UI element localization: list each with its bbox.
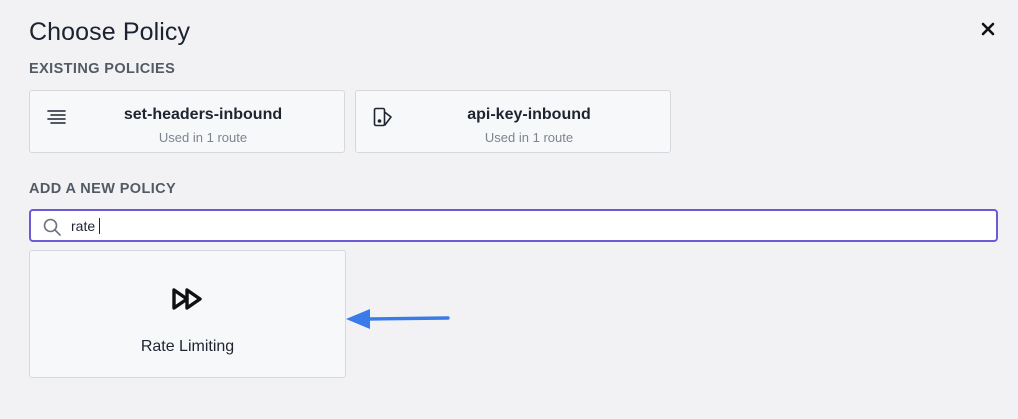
- policy-usage: Used in 1 route: [158, 130, 248, 145]
- search-input[interactable]: [71, 211, 971, 240]
- text-caret: [99, 218, 100, 234]
- policy-result-rate-limiting[interactable]: Rate Limiting: [29, 250, 346, 378]
- policy-search[interactable]: [29, 209, 998, 242]
- choose-policy-dialog: Choose Policy EXISTING POLICIES set-head…: [0, 0, 1018, 419]
- existing-policies-label: EXISTING POLICIES: [29, 61, 176, 77]
- close-button[interactable]: [977, 18, 999, 40]
- fast-forward-icon: [172, 288, 202, 310]
- result-label: Rate Limiting: [140, 338, 235, 355]
- policy-name: set-headers-inbound: [123, 106, 283, 123]
- policy-usage: Used in 1 route: [484, 130, 574, 145]
- policy-card-set-headers-inbound[interactable]: set-headers-inbound Used in 1 route: [29, 90, 345, 153]
- add-new-policy-label: ADD A NEW POLICY: [29, 181, 177, 197]
- policy-card-api-key-inbound[interactable]: api-key-inbound Used in 1 route: [355, 90, 671, 153]
- policy-name: api-key-inbound: [467, 106, 591, 123]
- search-icon: [43, 218, 61, 236]
- arrow-left-icon: [346, 309, 450, 329]
- dialog-title: Choose Policy: [29, 18, 191, 46]
- close-icon: [981, 22, 995, 36]
